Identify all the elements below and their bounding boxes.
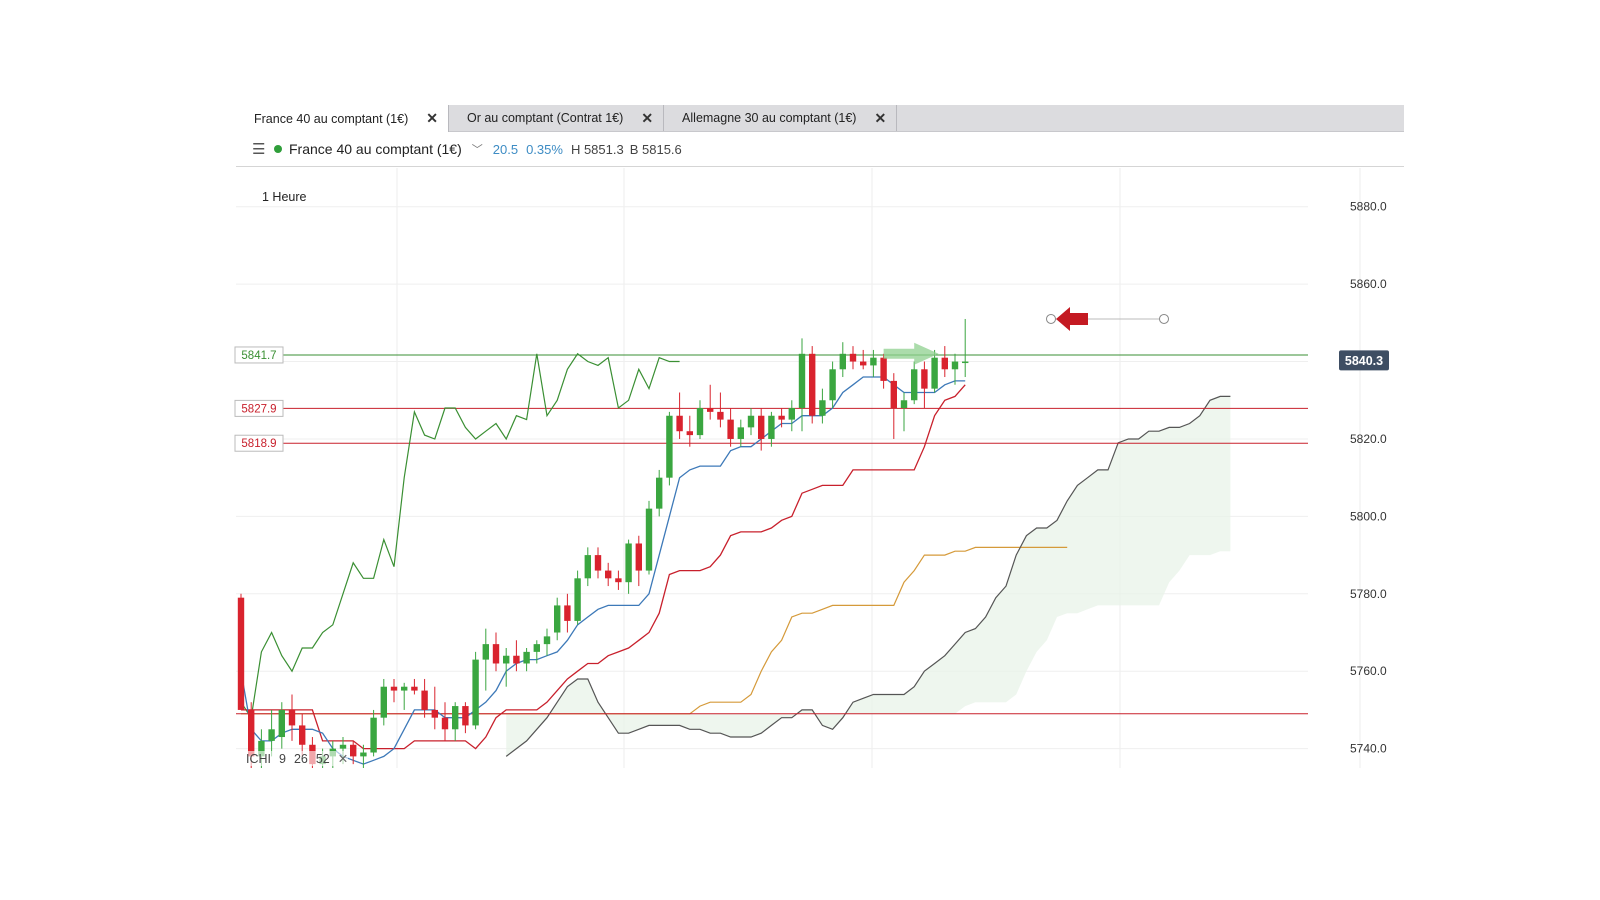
plot-area [236,168,1361,768]
candle [350,744,357,757]
indicator-param: 52 [315,751,330,766]
candle [574,578,581,621]
candle [523,651,530,664]
candle [472,659,479,726]
candle [666,415,673,478]
level-label: 5818.9 [241,438,276,450]
drawing-handle [1159,313,1169,324]
candle [625,543,632,583]
level-label: 5841.7 [241,350,276,362]
candle [819,400,826,416]
y-tick-label: 5760.0 [1350,664,1387,678]
level-label: 5827.9 [241,403,276,415]
close-icon[interactable]: ✕ [338,751,348,766]
indicator-name: ICHI [246,751,271,766]
candle [605,570,612,579]
candle [248,709,255,757]
candle [401,686,408,691]
candle [747,415,755,428]
candle [268,729,275,741]
candle [839,353,846,370]
candle [962,361,969,364]
candle [360,752,367,757]
ichimoku-cloud [506,396,1231,757]
candle [707,408,714,412]
candle [278,709,285,738]
candle [533,644,540,652]
candle [554,605,561,633]
candle [411,686,418,691]
candle [462,706,469,726]
candle [615,578,622,583]
current-price-label: 5840.3 [1345,354,1383,368]
candle [564,605,571,621]
candle [880,357,887,381]
candle [492,644,500,664]
indicator-param: 26 [293,751,308,766]
candle [870,357,877,366]
candle [288,709,296,726]
candle [890,380,897,408]
candle [860,361,867,366]
y-tick-label: 5860.0 [1350,277,1387,291]
candle [635,543,642,571]
candle [299,725,306,745]
candle [482,644,489,660]
candle [849,353,857,362]
candle [390,686,398,691]
y-tick-label: 5880.0 [1350,200,1387,214]
candle [768,415,775,439]
candle [421,690,428,710]
candle [645,508,653,571]
candle [584,555,591,579]
indicator-param: 9 [279,751,286,766]
indicator-legend: ICHI 9 26 52 ✕ [246,751,349,766]
candle [829,369,836,401]
candle [758,415,765,439]
candle [441,717,449,730]
candle [452,706,459,730]
candle [370,717,377,753]
candle [503,655,510,664]
sell-arrow-icon [1056,306,1088,331]
y-tick-label: 5740.0 [1350,742,1387,756]
candle [543,636,551,645]
candle [931,357,938,389]
y-tick-label: 5800.0 [1350,509,1387,523]
candle [941,357,948,370]
candle [696,408,704,436]
y-tick-label: 5780.0 [1350,587,1387,601]
candle [788,408,795,420]
candle [594,555,602,571]
candle [921,369,928,389]
candle [911,369,918,401]
candle [809,353,816,416]
candle [900,400,908,408]
candle [778,415,785,420]
candle [717,411,724,420]
drawing-handle [1046,313,1056,324]
candle [676,415,683,432]
candle [686,431,693,436]
candle [380,686,387,718]
candle [656,477,663,509]
candle [727,419,734,439]
candle [737,427,744,439]
candle [513,655,520,664]
candle [951,361,959,370]
candle [237,597,245,710]
candle [339,744,347,749]
y-tick-label: 5820.0 [1350,432,1387,446]
candle [798,353,806,408]
candle [431,709,438,718]
price-chart[interactable]: 5880.05860.05840.05820.05800.05780.05760… [0,0,1600,900]
